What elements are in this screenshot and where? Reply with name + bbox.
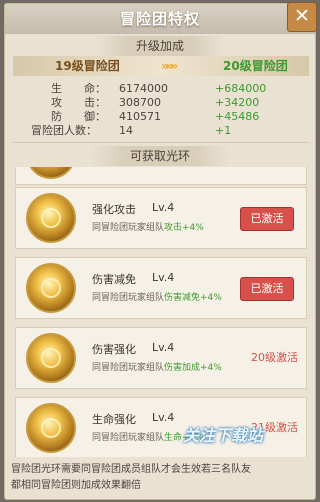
aura-desc-prefix: 同冒险团玩家组队 bbox=[92, 223, 165, 233]
level-compare-row: 19级冒险团 »»» 20级冒险团 bbox=[13, 56, 309, 76]
sword-aura-icon bbox=[26, 193, 76, 243]
aura-desc-prefix: 同冒险团玩家组队 bbox=[92, 433, 165, 443]
stat-row-hp: 生 命： 6174000 +684000 bbox=[25, 82, 305, 96]
stat-value: 410571 bbox=[119, 110, 161, 123]
aura-unlock-requirement: 20级激活 bbox=[251, 351, 298, 364]
aura-description: 同冒险团玩家组队伤害减免+4% bbox=[92, 290, 222, 303]
flame-aura-icon bbox=[26, 333, 76, 383]
aura-level: Lv.4 bbox=[152, 201, 175, 214]
window-title: 冒险团特权 bbox=[5, 4, 315, 34]
stat-label: 冒险团人数： bbox=[31, 124, 97, 137]
aura-desc-prefix: 同冒险团玩家组队 bbox=[92, 363, 165, 373]
watermark: 关注下载站 bbox=[183, 426, 264, 445]
heart-aura-icon bbox=[26, 403, 76, 453]
stat-label: 防 御： bbox=[51, 110, 106, 123]
aura-icon bbox=[26, 167, 76, 179]
stat-bonus: +684000 bbox=[215, 82, 267, 95]
aura-desc-effect: 攻击+4% bbox=[164, 223, 204, 233]
next-level: 20级冒险团 bbox=[223, 59, 288, 73]
upgrade-section-header: 升级加成 bbox=[5, 36, 315, 56]
divider bbox=[13, 142, 309, 143]
list-item bbox=[15, 167, 307, 185]
aura-card-damage-boost[interactable]: 伤害强化 Lv.4 同冒险团玩家组队伤害加成+4% 20级激活 bbox=[15, 327, 307, 389]
stat-row-attack: 攻 击： 308700 +34200 bbox=[25, 96, 305, 110]
aura-card-damage-reduction[interactable]: 伤害减免 Lv.4 同冒险团玩家组队伤害减免+4% 已激活 bbox=[15, 257, 307, 319]
stat-bonus: +34200 bbox=[215, 96, 260, 109]
current-level: 19级冒险团 bbox=[55, 59, 120, 73]
upgrade-header-label: 升级加成 bbox=[95, 36, 224, 56]
footer-line-1: 冒险团光环需要同冒险团成员组队才会生效若三名队友 bbox=[11, 464, 251, 475]
aura-name: 伤害强化 bbox=[92, 343, 136, 356]
aura-level: Lv.4 bbox=[152, 271, 175, 284]
aura-card-attack[interactable]: 强化攻击 Lv.4 同冒险团玩家组队攻击+4% 已激活 bbox=[15, 187, 307, 249]
footer-note: 冒险团光环需要同冒险团成员组队才会生效若三名队友 都相同冒险团则加成效果翻倍 bbox=[11, 462, 311, 494]
close-icon: ✕ bbox=[294, 5, 310, 27]
level-arrow-icon: »»» bbox=[161, 59, 178, 73]
guild-privilege-panel: 冒险团特权 ✕ 升级加成 19级冒险团 »»» 20级冒险团 生 命： 6174… bbox=[4, 2, 317, 500]
aura-level: Lv.4 bbox=[152, 411, 175, 424]
stat-value: 14 bbox=[119, 124, 133, 137]
aura-status-badge: 已激活 bbox=[240, 207, 294, 231]
aura-description: 同冒险团玩家组队攻击+4% bbox=[92, 220, 204, 233]
stat-row-defense: 防 御： 410571 +45486 bbox=[25, 110, 305, 124]
aura-desc-effect: 伤害加成+4% bbox=[164, 363, 222, 373]
stat-bonus: +45486 bbox=[215, 110, 260, 123]
aura-name: 伤害减免 bbox=[92, 273, 136, 286]
stat-bonus: +1 bbox=[215, 124, 232, 137]
stat-value: 308700 bbox=[119, 96, 161, 109]
aura-name: 生命强化 bbox=[92, 413, 136, 426]
close-button[interactable]: ✕ bbox=[287, 2, 317, 32]
aura-header-label: 可获取光环 bbox=[89, 146, 230, 166]
footer-line-2: 都相同冒险团则加成效果翻倍 bbox=[11, 480, 141, 491]
stat-label: 攻 击： bbox=[51, 96, 106, 109]
aura-level: Lv.4 bbox=[152, 341, 175, 354]
stat-value: 6174000 bbox=[119, 82, 168, 95]
aura-desc-prefix: 同冒险团玩家组队 bbox=[92, 293, 165, 303]
aura-description: 同冒险团玩家组队伤害加成+4% bbox=[92, 360, 222, 373]
aura-name: 强化攻击 bbox=[92, 203, 136, 216]
aura-list[interactable]: 强化攻击 Lv.4 同冒险团玩家组队攻击+4% 已激活 伤害减免 Lv.4 同冒… bbox=[15, 167, 307, 457]
stat-row-members: 冒险团人数： 14 +1 bbox=[25, 124, 305, 138]
shield-aura-icon bbox=[26, 263, 76, 313]
aura-desc-effect: 伤害减免+4% bbox=[164, 293, 222, 303]
aura-status-badge: 已激活 bbox=[240, 277, 294, 301]
aura-section-header: 可获取光环 bbox=[5, 146, 315, 166]
aura-card-hp-boost[interactable]: 生命强化 Lv.4 同冒险团玩家组队生命+4% 21级激活 bbox=[15, 397, 307, 457]
stat-label: 生 命： bbox=[51, 82, 106, 95]
